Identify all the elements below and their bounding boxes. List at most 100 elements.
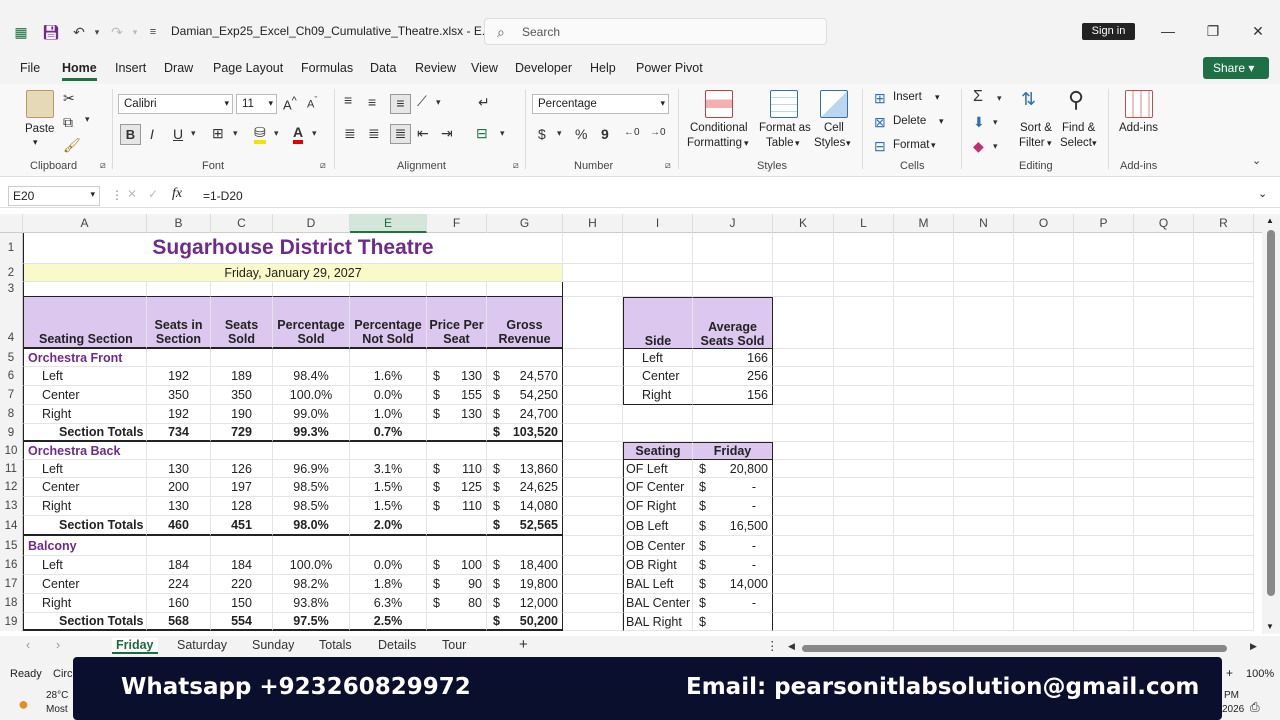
cell-m1[interactable] (894, 233, 954, 264)
decrease-indent-icon[interactable]: ⇤ (417, 125, 429, 142)
cell-d6[interactable]: 98.4% (273, 367, 350, 386)
cell-b18[interactable]: 160 (147, 594, 211, 613)
cell-m2[interactable] (894, 264, 954, 282)
format-cells-icon[interactable]: ⊟ (874, 138, 886, 155)
cell-j16[interactable]: - $ (693, 556, 773, 575)
cell-r2[interactable] (1194, 264, 1254, 282)
cell-q4[interactable] (1134, 297, 1194, 349)
cell-j18[interactable]: - $ (693, 594, 773, 613)
cell-c14[interactable]: 451 (211, 516, 273, 536)
cell-i8[interactable] (623, 405, 693, 424)
cell-i17[interactable]: BAL Left (623, 575, 693, 594)
cell-a6[interactable]: Left (23, 367, 147, 386)
italic-icon[interactable]: I (150, 126, 154, 142)
cell-r12[interactable] (1194, 478, 1254, 497)
increase-font-icon[interactable]: A^ (283, 95, 297, 112)
cell-f19[interactable] (427, 613, 487, 631)
underline-dropdown-icon[interactable]: ▾ (191, 128, 196, 139)
insert-cells-icon[interactable]: ⊞ (874, 90, 886, 107)
borders-icon[interactable]: ⊞ (212, 125, 224, 142)
cell-a4[interactable]: Seating Section (23, 297, 147, 349)
cell-d8[interactable]: 99.0% (273, 405, 350, 424)
cell-d7[interactable]: 100.0% (273, 386, 350, 405)
undo-dropdown-icon[interactable]: ▾ (86, 21, 108, 43)
sort-filter-label-2[interactable]: Filter (1019, 137, 1045, 149)
format-cells-label[interactable]: Format (893, 139, 929, 151)
cell-e6[interactable]: 1.6% (350, 367, 427, 386)
cell-l1[interactable] (834, 233, 894, 264)
cell-l2[interactable] (834, 264, 894, 282)
scroll-thumb[interactable] (1267, 230, 1275, 596)
cell-o6[interactable] (1014, 367, 1074, 386)
zoom-level[interactable]: 100% (1246, 668, 1274, 680)
underline-icon[interactable]: U (173, 126, 183, 142)
save-icon[interactable]: 💾︎ (40, 21, 62, 43)
column-header-q[interactable]: Q (1134, 214, 1194, 233)
cell-h12[interactable] (563, 478, 623, 497)
cell-r4[interactable] (1194, 297, 1254, 349)
cell-f3[interactable] (427, 282, 487, 297)
cell-o13[interactable] (1014, 497, 1074, 516)
format-as-table-label-1[interactable]: Format as (759, 122, 811, 134)
cell-d15[interactable] (273, 536, 350, 556)
format-dropdown-icon[interactable]: ▾ (931, 140, 936, 151)
cell-g11[interactable]: 13,860 $ (487, 460, 563, 478)
cell-e15[interactable] (350, 536, 427, 556)
cell-k6[interactable] (773, 367, 834, 386)
row-header[interactable]: 2 (0, 264, 23, 282)
cell-d10[interactable] (273, 442, 350, 460)
cell-p11[interactable] (1074, 460, 1134, 478)
cell-q19[interactable] (1134, 613, 1194, 631)
conditional-formatting-label-2[interactable]: Formatting (687, 137, 742, 149)
cell-i2[interactable] (623, 264, 693, 282)
row-header[interactable]: 4 (0, 297, 23, 349)
increase-indent-icon[interactable]: ⇥ (441, 125, 453, 142)
cell-i7[interactable]: Right (623, 386, 693, 405)
cell-l15[interactable] (834, 536, 894, 556)
cell-k2[interactable] (773, 264, 834, 282)
cell-e12[interactable]: 1.5% (350, 478, 427, 497)
cell-h4[interactable] (563, 297, 623, 349)
cell-f8[interactable]: 130 $ (427, 405, 487, 424)
cell-j15[interactable]: - $ (693, 536, 773, 556)
sheet-tab-tour[interactable]: Tour (442, 638, 466, 652)
cell-j4[interactable]: Average Seats Sold (693, 297, 773, 349)
cell-p8[interactable] (1074, 405, 1134, 424)
font-color-icon[interactable]: A (293, 124, 304, 144)
cell-a11[interactable]: Left (23, 460, 147, 478)
cell-e14[interactable]: 2.0% (350, 516, 427, 536)
cell-i16[interactable]: OB Right (623, 556, 693, 575)
cell-l16[interactable] (834, 556, 894, 575)
cell-a2[interactable]: Friday, January 29, 2027 (23, 264, 563, 282)
cell-q1[interactable] (1134, 233, 1194, 264)
cell-r8[interactable] (1194, 405, 1254, 424)
cell-f18[interactable]: 80 $ (427, 594, 487, 613)
cell-q11[interactable] (1134, 460, 1194, 478)
cell-m5[interactable] (894, 349, 954, 367)
cell-m11[interactable] (894, 460, 954, 478)
copy-dropdown-icon[interactable]: ▾ (85, 114, 90, 125)
cell-r9[interactable] (1194, 424, 1254, 442)
number-format-select[interactable]: Percentage ▾ (532, 94, 669, 114)
cell-j10[interactable]: Friday (693, 442, 773, 460)
cell-m10[interactable] (894, 442, 954, 460)
cell-j14[interactable]: 16,500 $ (693, 516, 773, 536)
cell-n13[interactable] (954, 497, 1014, 516)
zoom-in-icon[interactable]: + (1226, 666, 1233, 680)
cell-q9[interactable] (1134, 424, 1194, 442)
cell-e7[interactable]: 0.0% (350, 386, 427, 405)
add-ins-icon[interactable] (1125, 90, 1153, 118)
cell-p16[interactable] (1074, 556, 1134, 575)
cell-m17[interactable] (894, 575, 954, 594)
clear-dropdown-icon[interactable]: ▾ (993, 141, 998, 152)
enter-icon[interactable]: ✓ (148, 187, 158, 201)
align-right-icon[interactable]: ≣ (390, 124, 411, 144)
cell-l18[interactable] (834, 594, 894, 613)
cell-r6[interactable] (1194, 367, 1254, 386)
horizontal-scroll-thumb[interactable] (802, 645, 1227, 652)
cell-b13[interactable]: 130 (147, 497, 211, 516)
cut-icon[interactable]: ✂ (63, 90, 75, 107)
cell-n2[interactable] (954, 264, 1014, 282)
cell-p13[interactable] (1074, 497, 1134, 516)
cell-a17[interactable]: Center (23, 575, 147, 594)
